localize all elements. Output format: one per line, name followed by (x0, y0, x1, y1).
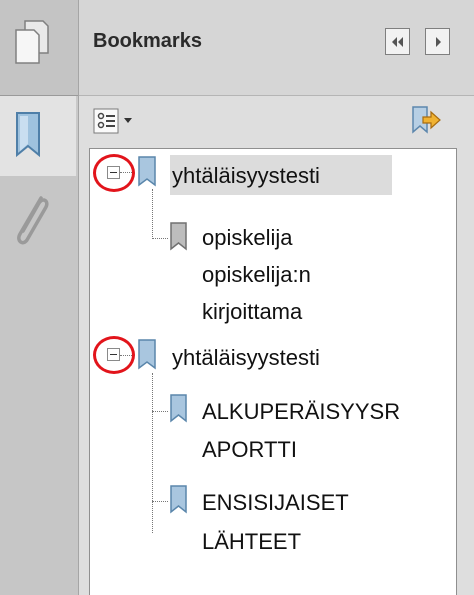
pages-tab[interactable] (0, 0, 78, 96)
chevron-right-icon (435, 36, 441, 47)
tree-connector (152, 189, 153, 239)
bookmark-label[interactable]: ENSISIJAISET (202, 486, 349, 520)
bookmark-icon[interactable] (136, 155, 160, 189)
bookmark-icon[interactable] (168, 221, 190, 253)
collapse-panel-button[interactable] (385, 28, 410, 55)
tree-connector (152, 411, 168, 412)
bookmark-label[interactable]: APORTTI (202, 433, 297, 467)
bookmark-label[interactable]: opiskelija:n (202, 258, 311, 292)
new-bookmark-icon[interactable] (409, 104, 441, 136)
pages-icon (15, 20, 49, 64)
navigation-strip (0, 0, 78, 595)
bookmark-label[interactable]: LÄHTEET (202, 525, 301, 559)
attachments-area (0, 176, 78, 595)
expand-panel-button[interactable] (425, 28, 450, 55)
bookmark-label[interactable]: yhtäläisyystesti (172, 159, 320, 193)
options-menu-icon[interactable] (93, 108, 139, 134)
bookmark-icon[interactable] (168, 393, 190, 425)
bookmarks-toolbar (79, 96, 474, 146)
bookmark-icon[interactable] (136, 338, 160, 372)
bookmark-label[interactable]: kirjoittama (202, 295, 302, 329)
double-chevron-left-icon (391, 36, 403, 47)
tree-connector (152, 501, 168, 502)
bookmark-ribbon-icon (16, 112, 40, 158)
bookmark-label[interactable]: yhtäläisyystesti (172, 341, 320, 375)
tree-connector (152, 373, 153, 533)
paperclip-icon[interactable] (8, 190, 54, 252)
tree-connector (152, 238, 168, 239)
bookmarks-panel: Bookmarks yhtäläisyystesti opiskelija op… (78, 0, 474, 595)
bookmarks-tab[interactable] (0, 95, 76, 177)
panel-header: Bookmarks (79, 0, 474, 96)
bookmarks-tree: yhtäläisyystesti opiskelija opiskelija:n… (89, 148, 457, 595)
panel-title: Bookmarks (93, 30, 202, 52)
bookmark-icon[interactable] (168, 484, 190, 516)
highlight-circle (93, 336, 135, 374)
bookmark-label[interactable]: opiskelija (202, 221, 293, 255)
highlight-circle (93, 154, 135, 192)
bookmark-label[interactable]: ALKUPERÄISYYSR (202, 395, 400, 429)
